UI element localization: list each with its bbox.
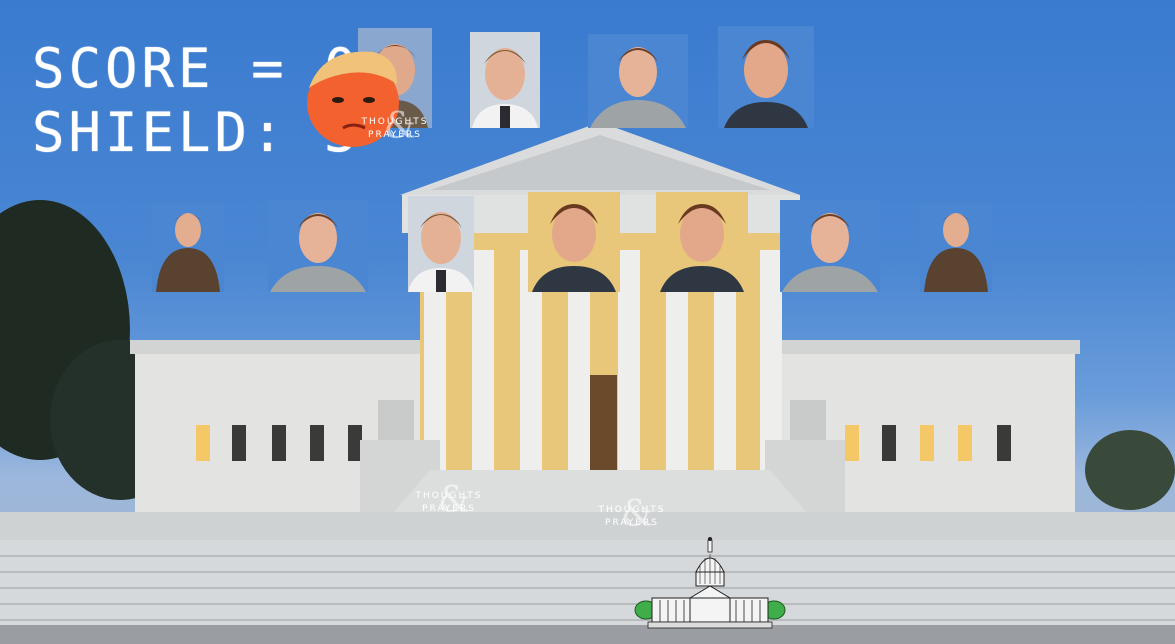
- zuckerberg-face-icon: [920, 204, 992, 292]
- capitol-building-icon: [634, 537, 786, 629]
- projectile-text-top: THOUGHTS: [598, 505, 666, 515]
- zuckerberg-face-icon: [656, 192, 748, 292]
- zuckerberg-enemy: [588, 34, 688, 128]
- zuckerberg-face-icon: [470, 32, 540, 128]
- zuckerberg-enemy: [408, 196, 474, 292]
- zuckerberg-enemy: [718, 26, 814, 128]
- zuckerberg-face-icon: [528, 192, 620, 292]
- zuckerberg-face-icon: [268, 200, 368, 292]
- projectile-text-bottom: PRAYERS: [605, 518, 659, 528]
- projectile-text-top: THOUGHTS: [361, 117, 429, 127]
- capitol-building-player[interactable]: [634, 536, 786, 632]
- zuckerberg-face-icon: [718, 26, 814, 128]
- zuckerberg-face-icon: [588, 34, 688, 128]
- zuckerberg-enemy: [780, 200, 880, 292]
- game-canvas[interactable]: SCORE = 0 SHIELD: 3 & THOUGHTS PRAYERS &…: [0, 0, 1175, 644]
- projectile-text-bottom: PRAYERS: [368, 130, 422, 140]
- zuckerberg-enemy: [152, 204, 224, 292]
- projectile-text-bottom: PRAYERS: [422, 504, 476, 514]
- zuckerberg-face-icon: [152, 204, 224, 292]
- zuckerberg-enemy: [268, 200, 368, 292]
- zuckerberg-enemy: [470, 32, 540, 128]
- zuckerberg-enemy: [656, 192, 748, 292]
- thoughts-prayers-projectile: & THOUGHTS PRAYERS: [404, 483, 494, 550]
- zuckerberg-enemy: [920, 204, 992, 292]
- thoughts-prayers-projectile: & THOUGHTS PRAYERS: [350, 109, 440, 176]
- zuckerberg-face-icon: [780, 200, 880, 292]
- projectile-text-top: THOUGHTS: [415, 491, 483, 501]
- zuckerberg-face-icon: [408, 196, 474, 292]
- zuckerberg-enemy: [528, 192, 620, 292]
